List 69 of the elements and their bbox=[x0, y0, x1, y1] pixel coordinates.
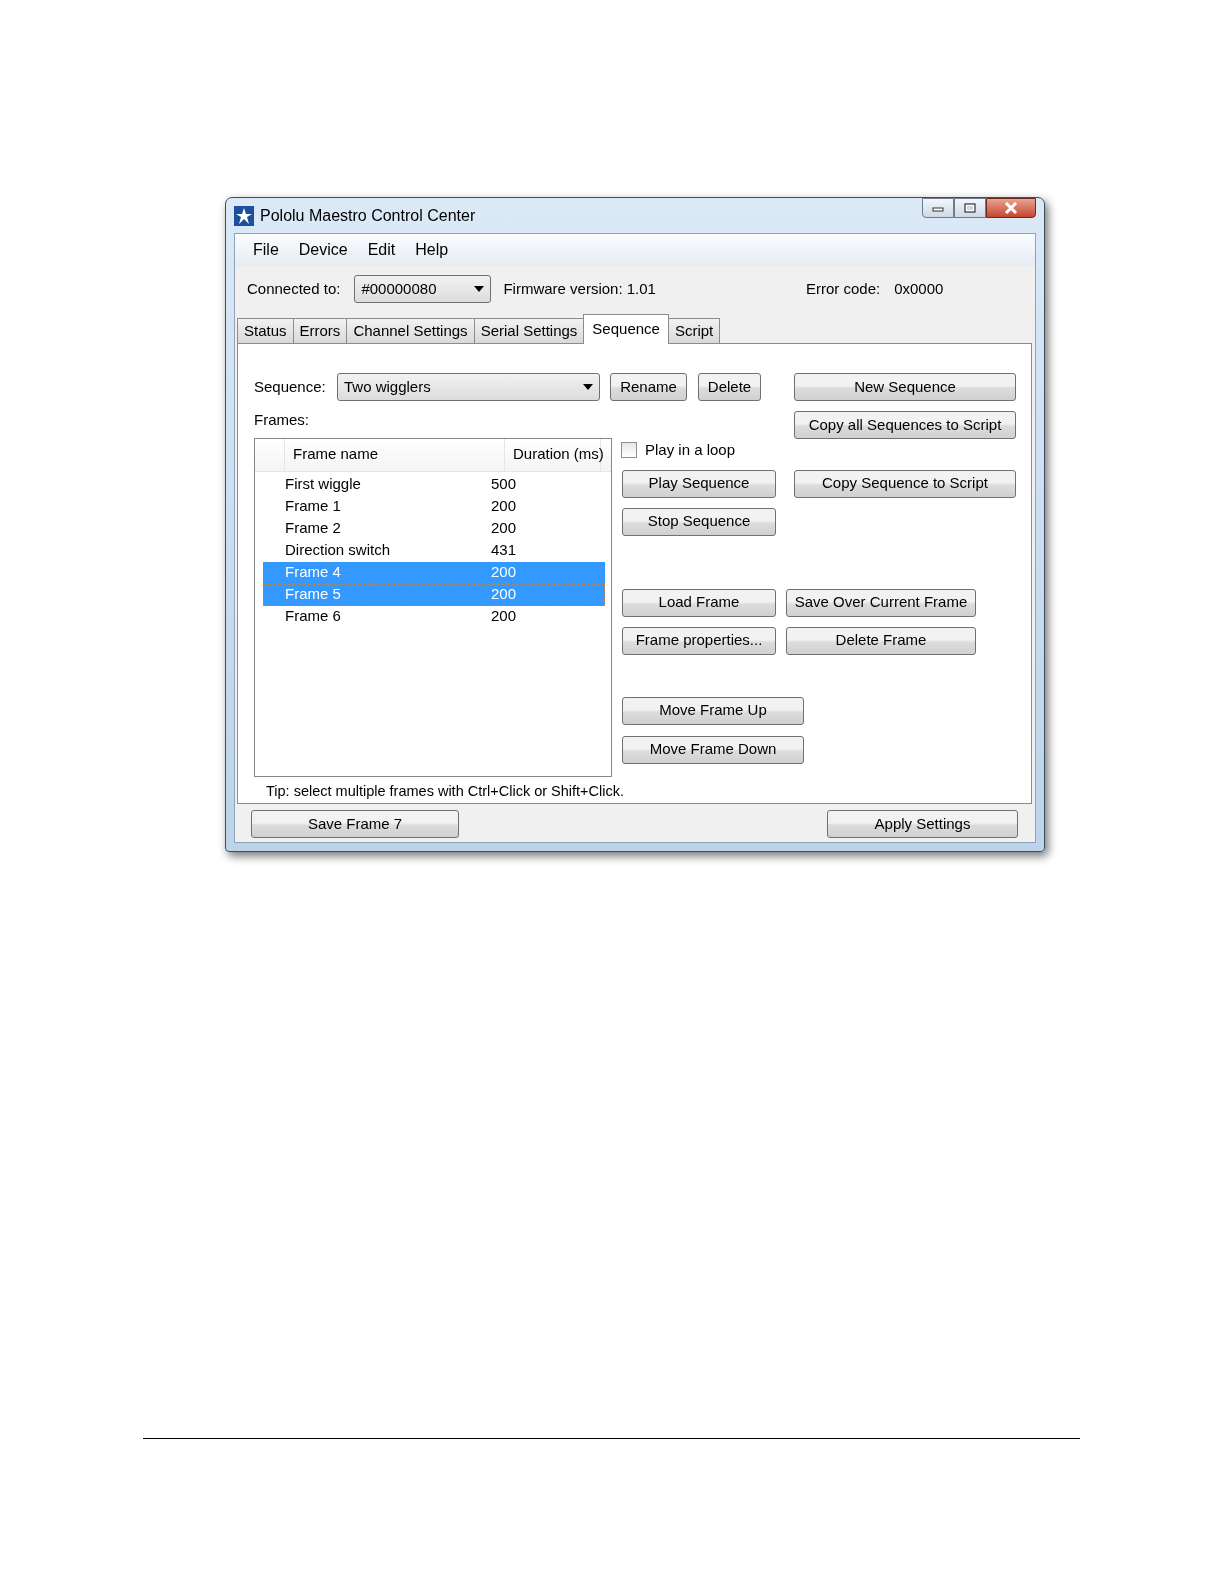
frame-duration: 200 bbox=[490, 518, 517, 539]
frame-duration: 500 bbox=[490, 474, 517, 495]
tab[interactable]: Serial Settings bbox=[473, 318, 585, 343]
button[interactable]: Copy all Sequences to Script bbox=[794, 411, 1016, 439]
sequence-label: Sequence: bbox=[254, 376, 327, 397]
frame-name: First wiggle bbox=[284, 474, 362, 495]
button[interactable]: Copy Sequence to Script bbox=[794, 469, 1016, 498]
frame-row[interactable]: First wiggle 500 bbox=[263, 473, 605, 496]
button[interactable]: Move Frame Down bbox=[622, 735, 804, 764]
frame-row[interactable]: Frame 1 200 bbox=[263, 495, 605, 518]
firmware-version: Firmware version: 1.01 bbox=[503, 278, 656, 299]
close-icon bbox=[1004, 202, 1018, 214]
button[interactable]: Move Frame Up bbox=[622, 696, 804, 725]
column-header[interactable]: Duration (ms) bbox=[505, 438, 601, 471]
caret-icon bbox=[583, 384, 593, 390]
maximize-button[interactable] bbox=[954, 198, 986, 218]
maximize-icon bbox=[964, 203, 976, 213]
menu-item[interactable]: Edit bbox=[359, 238, 404, 262]
frame-duration: 200 bbox=[490, 584, 517, 605]
error-code-label: Error code: bbox=[805, 278, 881, 299]
frame-name: Direction switch bbox=[284, 540, 392, 561]
frame-row[interactable]: Frame 6 200 bbox=[263, 605, 605, 628]
frame-duration: 431 bbox=[490, 540, 517, 561]
app-icon bbox=[234, 205, 254, 226]
tip-text: Tip: select multiple frames with Ctrl+Click or Shift+Click. bbox=[266, 782, 625, 802]
device-dropdown[interactable]: #00000080 bbox=[354, 275, 492, 303]
tab[interactable]: Script bbox=[667, 318, 721, 343]
button[interactable]: Delete bbox=[698, 373, 761, 401]
frame-duration: 200 bbox=[490, 606, 517, 627]
frame-name: Frame 6 bbox=[284, 606, 342, 627]
error-code-value: 0x0000 bbox=[894, 278, 944, 299]
device-value: #00000080 bbox=[361, 278, 437, 299]
tab[interactable]: Sequence bbox=[583, 314, 669, 344]
menu-item[interactable]: Help bbox=[407, 238, 457, 262]
frames-label: Frames: bbox=[254, 410, 309, 430]
column-header[interactable]: Frame name bbox=[285, 438, 505, 471]
sequence-dropdown[interactable]: Two wigglers bbox=[337, 373, 600, 401]
loop-label: Play in a loop bbox=[645, 440, 736, 460]
connected-label: Connected to: bbox=[247, 278, 341, 299]
frame-duration: 200 bbox=[490, 496, 517, 517]
button[interactable]: Delete Frame bbox=[786, 626, 976, 655]
tab[interactable]: Channel Settings bbox=[346, 318, 475, 343]
minimize-icon bbox=[932, 204, 944, 212]
loop-checkbox[interactable] bbox=[621, 442, 637, 459]
minimize-button[interactable] bbox=[922, 198, 954, 218]
window-title: Pololu Maestro Control Center bbox=[260, 205, 476, 226]
button[interactable]: Save Frame 7 bbox=[251, 810, 459, 838]
frame-row[interactable]: Frame 2 200 bbox=[263, 517, 605, 540]
menu-item[interactable]: File bbox=[245, 238, 287, 262]
close-button[interactable] bbox=[986, 198, 1036, 218]
tab[interactable]: Errors bbox=[292, 318, 348, 343]
frame-row[interactable]: Direction switch 431 bbox=[263, 539, 605, 562]
frame-name: Frame 4 bbox=[284, 562, 342, 583]
button[interactable]: New Sequence bbox=[794, 373, 1016, 401]
menu-item[interactable]: Device bbox=[290, 238, 356, 262]
frame-name: Frame 2 bbox=[284, 518, 342, 539]
button[interactable]: Save Over Current Frame bbox=[786, 588, 976, 617]
frame-name: Frame 5 bbox=[284, 584, 342, 605]
button[interactable]: Stop Sequence bbox=[622, 507, 776, 536]
button[interactable]: Apply Settings bbox=[827, 810, 1018, 838]
button[interactable]: Frame properties... bbox=[622, 626, 776, 655]
frame-name: Frame 1 bbox=[284, 496, 342, 517]
caret-icon bbox=[474, 286, 485, 292]
button[interactable]: Load Frame bbox=[622, 588, 776, 617]
sequence-value: Two wigglers bbox=[344, 376, 431, 397]
tab[interactable]: Status bbox=[237, 318, 294, 343]
button[interactable]: Rename bbox=[610, 373, 687, 401]
button[interactable]: Play Sequence bbox=[622, 469, 776, 498]
frame-duration: 200 bbox=[490, 562, 517, 583]
